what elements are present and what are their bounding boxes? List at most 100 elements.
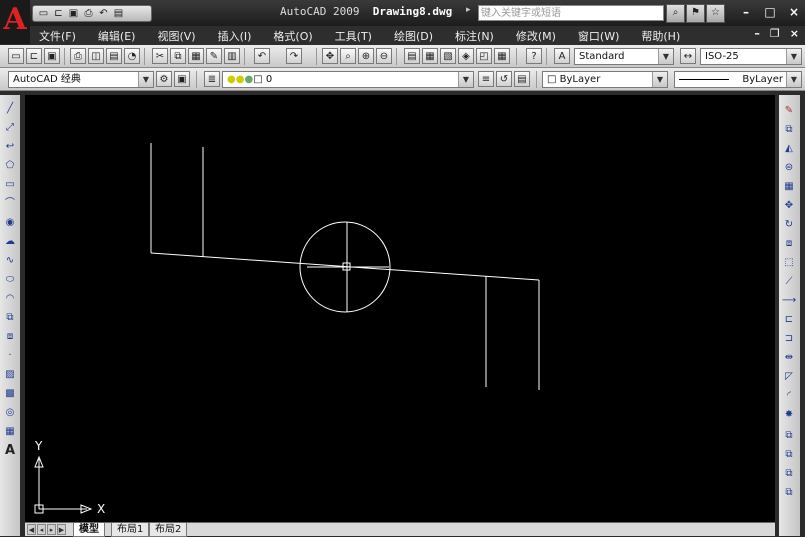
tab-layout1[interactable]: 布局1 xyxy=(111,523,150,537)
layer-select[interactable]: ●●●□ 0 ▼ xyxy=(222,71,474,88)
join-icon[interactable]: ⇹ xyxy=(781,350,797,365)
chamfer-icon[interactable]: ◸ xyxy=(781,369,797,384)
zoom-previous-icon[interactable]: ⊖ xyxy=(376,48,392,64)
ellipse-arc-icon[interactable]: ◠ xyxy=(2,291,18,306)
polyline-icon[interactable]: ↩ xyxy=(2,139,18,154)
copy-object-icon[interactable]: ⧉ xyxy=(781,122,797,137)
close-icon[interactable]: × xyxy=(786,4,802,20)
tab-prev-icon[interactable]: ◂ xyxy=(37,524,46,535)
tab-model[interactable]: 模型 xyxy=(73,523,105,537)
dim-style-icon[interactable]: ↔ xyxy=(680,48,696,64)
autocad-logo-menu-button[interactable]: A xyxy=(0,0,30,44)
insert-block-icon[interactable]: ⧉ xyxy=(2,310,18,325)
circle-icon[interactable]: ◉ xyxy=(2,215,18,230)
explode-icon[interactable]: ✸ xyxy=(781,407,797,422)
communication-center-icon[interactable]: ⚑ xyxy=(686,4,705,23)
stretch-icon[interactable]: ⬚ xyxy=(781,255,797,270)
spline-icon[interactable]: ∿ xyxy=(2,253,18,268)
menu-window[interactable]: 窗口(W) xyxy=(578,28,619,44)
plot-preview-icon[interactable]: ◫ xyxy=(88,48,104,64)
break-icon[interactable]: ⊐ xyxy=(781,331,797,346)
fillet-icon[interactable]: ◜ xyxy=(781,388,797,403)
rotate-icon[interactable]: ↻ xyxy=(781,217,797,232)
point-icon[interactable]: · xyxy=(2,348,18,363)
menu-tools[interactable]: 工具(T) xyxy=(335,28,372,44)
menu-view[interactable]: 视图(V) xyxy=(157,28,195,44)
help-icon[interactable]: ? xyxy=(526,48,542,64)
undo-icon[interactable]: ↶ xyxy=(97,8,110,20)
print-icon[interactable]: ⎙ xyxy=(82,8,95,20)
properties-icon[interactable]: ▤ xyxy=(404,48,420,64)
search-input[interactable]: 键入关键字或短语 xyxy=(478,5,664,21)
menu-draw[interactable]: 绘图(D) xyxy=(394,28,433,44)
match-properties-icon[interactable]: ✎ xyxy=(206,48,222,64)
dim-style-select[interactable]: ISO-25 ▼ xyxy=(700,48,802,65)
multiline-text-icon[interactable]: A xyxy=(2,443,18,458)
design-center-icon[interactable]: ▦ xyxy=(422,48,438,64)
color-select[interactable]: □ ByLayer ▼ xyxy=(542,71,668,88)
pan-icon[interactable]: ✥ xyxy=(322,48,338,64)
hatch-icon[interactable]: ▨ xyxy=(2,367,18,382)
workspace-settings-icon[interactable]: ⚙ xyxy=(156,71,172,87)
trim-icon[interactable]: ⟋ xyxy=(781,274,797,289)
drawing-canvas[interactable]: Y X xyxy=(25,95,775,522)
save-icon[interactable]: ▣ xyxy=(67,8,80,20)
arc-icon[interactable]: ⌒ xyxy=(2,196,18,211)
region-icon[interactable]: ◎ xyxy=(2,405,18,420)
menu-format[interactable]: 格式(O) xyxy=(273,28,312,44)
text-style-icon[interactable]: A xyxy=(554,48,570,64)
new-icon[interactable]: ▭ xyxy=(37,8,50,20)
ellipse-icon[interactable]: ⬭ xyxy=(2,272,18,287)
doc-close-icon[interactable]: × xyxy=(790,27,799,40)
gradient-icon[interactable]: ▩ xyxy=(2,386,18,401)
break-at-point-icon[interactable]: ⊏ xyxy=(781,312,797,327)
plot-icon[interactable]: ⎙ xyxy=(70,48,86,64)
extend-icon[interactable]: ⟶ xyxy=(781,293,797,308)
array-icon[interactable]: ▦ xyxy=(781,179,797,194)
menu-help[interactable]: 帮助(H) xyxy=(641,28,680,44)
layer-properties-icon[interactable]: ≣ xyxy=(204,71,220,87)
make-current-layer-icon[interactable]: ≡ xyxy=(478,71,494,87)
copy-icon[interactable]: ⧉ xyxy=(170,48,186,64)
menu-insert[interactable]: 插入(I) xyxy=(218,28,252,44)
minimize-icon[interactable]: – xyxy=(738,4,754,20)
table-icon[interactable]: ▦ xyxy=(2,424,18,439)
move-icon[interactable]: ✥ xyxy=(781,198,797,213)
menu-dimension[interactable]: 标注(N) xyxy=(455,28,494,44)
menu-file[interactable]: 文件(F) xyxy=(39,28,76,44)
doc-minimize-icon[interactable]: – xyxy=(754,27,760,40)
menu-edit[interactable]: 编辑(E) xyxy=(98,28,136,44)
layer-previous-icon[interactable]: ↺ xyxy=(496,71,512,87)
text-style-select[interactable]: Standard ▼ xyxy=(574,48,674,65)
tool-palettes-icon[interactable]: ▧ xyxy=(440,48,456,64)
polygon-icon[interactable]: ⬠ xyxy=(2,158,18,173)
markup-icon[interactable]: ◰ xyxy=(476,48,492,64)
tab-first-icon[interactable]: ◀ xyxy=(27,524,36,535)
open-icon[interactable]: ⊏ xyxy=(26,48,42,64)
rectangle-icon[interactable]: ▭ xyxy=(2,177,18,192)
save-icon[interactable]: ▣ xyxy=(44,48,60,64)
bring-above-icon[interactable]: ⧉ xyxy=(781,466,797,481)
mirror-icon[interactable]: ◭ xyxy=(781,141,797,156)
line-icon[interactable]: ╱ xyxy=(2,101,18,116)
3d-dwf-icon[interactable]: ◔ xyxy=(124,48,140,64)
block-editor-icon[interactable]: ▥ xyxy=(224,48,240,64)
sheet-set-icon[interactable]: ◈ xyxy=(458,48,474,64)
scale-icon[interactable]: ⧈ xyxy=(781,236,797,251)
redo-icon[interactable]: ↷ xyxy=(286,48,302,64)
erase-icon[interactable]: ✎ xyxy=(781,103,797,118)
workspace-select[interactable]: AutoCAD 经典 ▼ xyxy=(8,71,154,88)
offset-icon[interactable]: ⊜ xyxy=(781,160,797,175)
publish-icon[interactable]: ▤ xyxy=(106,48,122,64)
zoom-realtime-icon[interactable]: ⌕ xyxy=(340,48,356,64)
doc-restore-icon[interactable]: ❐ xyxy=(770,27,780,40)
paste-icon[interactable]: ▦ xyxy=(188,48,204,64)
plot-icon[interactable]: ▤ xyxy=(112,8,125,20)
open-icon[interactable]: ⊏ xyxy=(52,8,65,20)
zoom-window-icon[interactable]: ⊕ xyxy=(358,48,374,64)
quickcalc-icon[interactable]: ▦ xyxy=(494,48,510,64)
layer-state-icon[interactable]: ▤ xyxy=(514,71,530,87)
tab-next-icon[interactable]: ▸ xyxy=(47,524,56,535)
send-under-icon[interactable]: ⧉ xyxy=(781,485,797,500)
cut-icon[interactable]: ✂ xyxy=(152,48,168,64)
